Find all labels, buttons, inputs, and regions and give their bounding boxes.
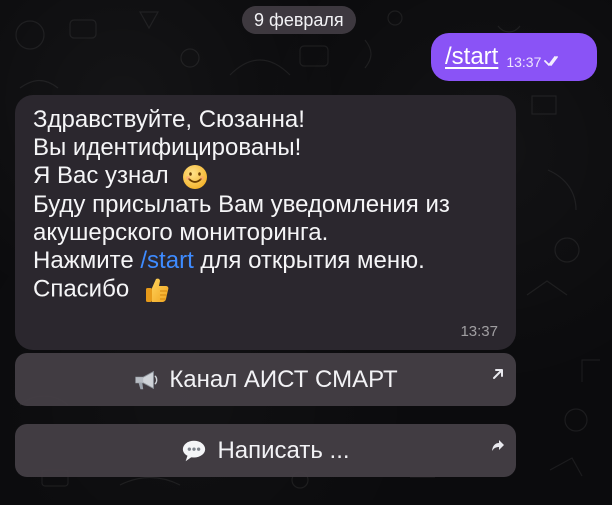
message-line-thanks: Спасибо: [33, 275, 500, 305]
start-command-link[interactable]: /start: [140, 247, 193, 274]
incoming-message-time: 13:37: [460, 323, 498, 340]
outgoing-message-meta: 13:37: [506, 54, 562, 70]
thanks-text: Спасибо: [33, 275, 130, 302]
message-line-identified: Вы идентифицированы!: [33, 134, 302, 161]
message-line-greeting: Здравствуйте, Сюзанна!: [33, 106, 305, 133]
outgoing-message-bubble[interactable]: /start 13:37: [431, 33, 597, 81]
write-message-label: Написать ...: [217, 436, 350, 464]
message-line-recognized-text: Я Вас узнал: [33, 162, 169, 189]
incoming-message-bubble[interactable]: Здравствуйте, Сюзанна! Вы идентифицирова…: [15, 95, 516, 350]
date-separator: 9 февраля: [242, 6, 356, 34]
press-start-suffix: для открытия меню.: [200, 246, 425, 274]
thumbs-up-emoji-icon: [142, 275, 172, 305]
double-check-icon: [544, 54, 562, 70]
external-link-arrow-icon: [490, 361, 506, 379]
outgoing-message-time: 13:37: [506, 54, 542, 70]
share-arrow-icon: [490, 432, 506, 451]
press-start-prefix: Нажмите: [33, 246, 134, 274]
date-separator-label: 9 февраля: [254, 9, 344, 30]
channel-aist-smart-button[interactable]: Канал АИСТ СМАРТ: [15, 353, 516, 406]
message-line-notifications: Буду присылать Вам уведомления из: [33, 190, 450, 218]
smile-emoji-icon: [181, 163, 209, 191]
write-message-button[interactable]: Написать ...: [15, 424, 516, 477]
channel-aist-smart-label: Канал АИСТ СМАРТ: [169, 365, 398, 393]
message-line-monitoring: акушерского мониторинга.: [33, 218, 329, 246]
megaphone-icon: [133, 367, 159, 393]
message-line-recognized: Я Вас узнал: [33, 162, 500, 191]
outgoing-message-text[interactable]: /start: [445, 43, 498, 71]
speech-bubble-icon: [181, 438, 207, 464]
message-line-press-start: Нажмите /start для открытия меню.: [33, 247, 500, 275]
